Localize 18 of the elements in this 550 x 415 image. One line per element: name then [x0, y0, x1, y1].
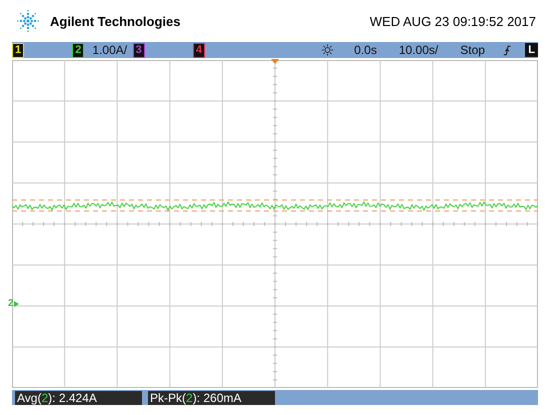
trigger-mode-badge: L [525, 43, 538, 57]
measurement-readout: Pk-Pk(2): 260mA [148, 390, 275, 404]
rising-edge-icon [502, 44, 512, 56]
brand-name: Agilent Technologies [50, 14, 180, 28]
channel-badge[interactable]: 4 [192, 42, 206, 58]
channel-scale: 1.00A/ [92, 43, 128, 57]
run-state: Stop [460, 43, 485, 57]
starburst-logo-icon [14, 7, 42, 35]
date-time: WED AUG 23 09:19:52 2017 [370, 14, 536, 28]
channel-badge[interactable]: 2 [72, 42, 84, 58]
measurement-readout: Avg(2): 2.424A [15, 390, 142, 404]
channel-badge[interactable]: 1 [12, 42, 24, 58]
timebase-value: 10.00s/ [398, 43, 438, 57]
channel-badge[interactable]: 3 [132, 42, 145, 58]
sun-icon [321, 43, 334, 57]
ground-marker-label: 2 [8, 298, 14, 309]
right-arrow-icon [14, 300, 19, 306]
delay-value: 0.0s [354, 43, 377, 57]
